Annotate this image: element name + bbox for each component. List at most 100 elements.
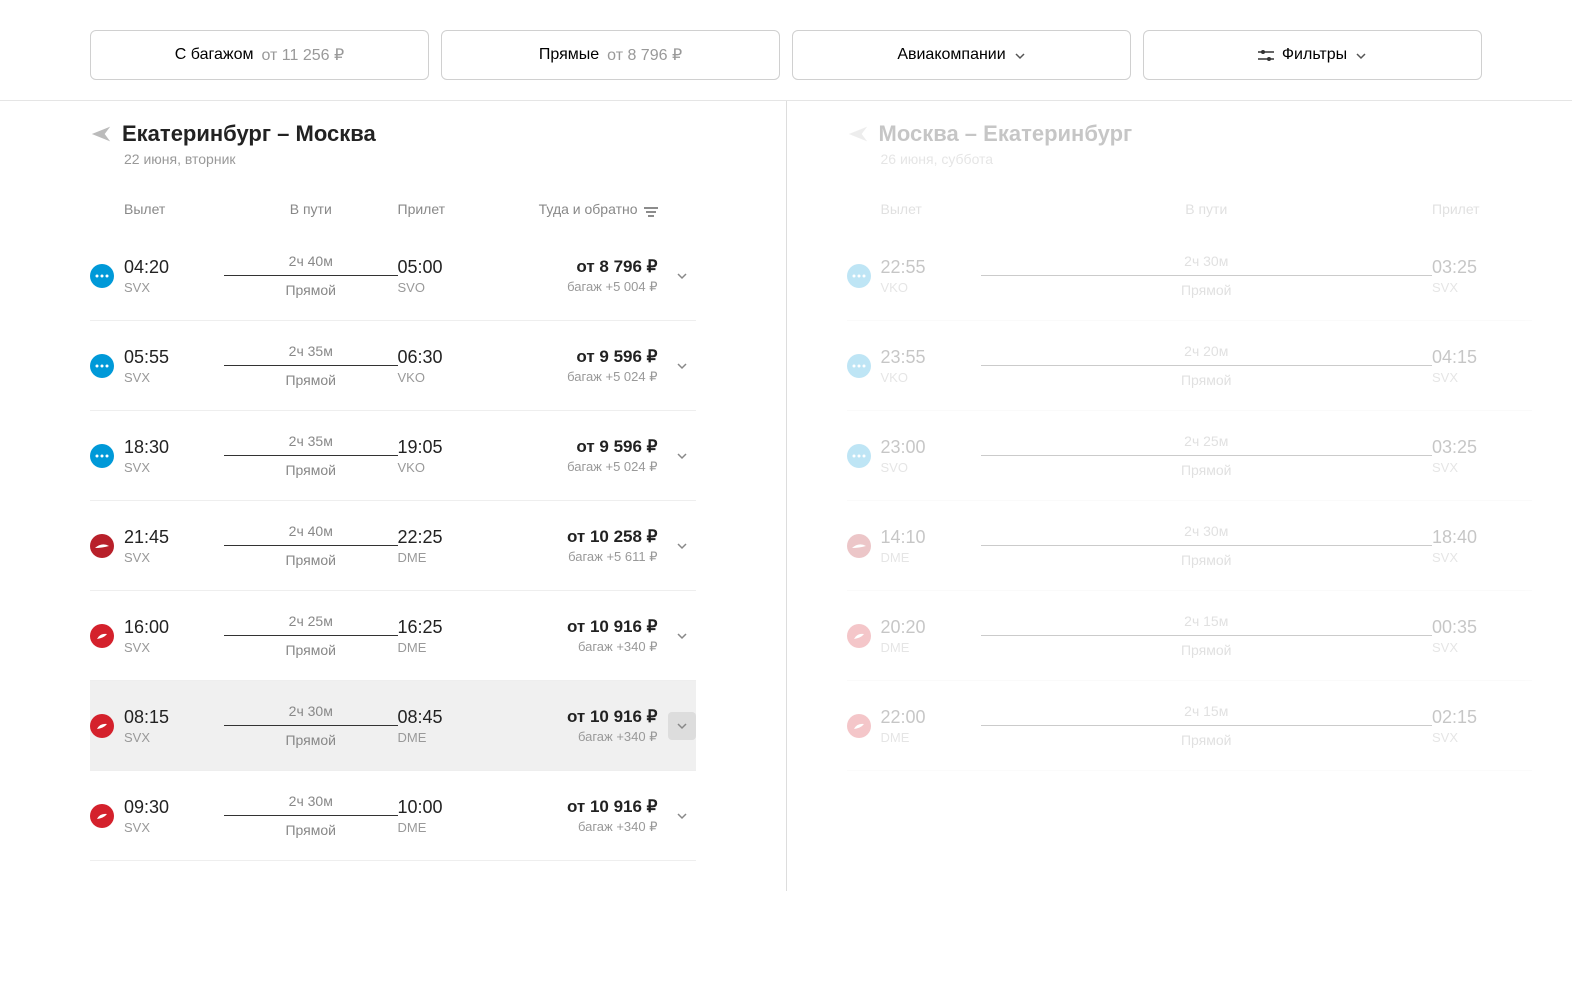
departure: 22:55VKO	[881, 257, 981, 295]
departure: 23:55VKO	[881, 347, 981, 385]
departure: 09:30SVX	[124, 797, 224, 835]
duration: 2ч 20мПрямой	[981, 343, 1433, 388]
expand-button[interactable]	[668, 712, 696, 740]
plane-icon	[90, 123, 112, 145]
filter-baggage-label: С багажом	[175, 46, 254, 64]
flight-row[interactable]: 22:00DME2ч 15мПрямой02:15SVX	[847, 681, 1533, 771]
expand-button[interactable]	[668, 802, 696, 830]
outbound-header: Екатеринбург – Москва 22 июня, вторник	[90, 101, 696, 173]
airline-icon	[90, 444, 114, 468]
airline-icon	[90, 354, 114, 378]
expand-button[interactable]	[668, 262, 696, 290]
arrival: 00:35SVX	[1432, 617, 1532, 655]
arrival: 06:30VKO	[398, 347, 498, 385]
flight-row[interactable]: 20:20DME2ч 15мПрямой00:35SVX	[847, 591, 1533, 681]
departure: 16:00SVX	[124, 617, 224, 655]
departure: 21:45SVX	[124, 527, 224, 565]
airline-icon	[847, 444, 871, 468]
panel-divider	[786, 101, 787, 891]
flight-row[interactable]: 04:20SVX2ч 40мПрямой05:00SVOот 8 796 ₽ба…	[90, 231, 696, 321]
sort-icon	[644, 204, 658, 214]
flight-row[interactable]: 23:00SVO2ч 25мПрямой03:25SVX	[847, 411, 1533, 501]
airline-icon	[847, 624, 871, 648]
departure: 14:10DME	[881, 527, 981, 565]
arrival: 03:25SVX	[1432, 437, 1532, 475]
settings-icon	[1258, 49, 1274, 61]
arrival: 18:40SVX	[1432, 527, 1532, 565]
flight-row[interactable]: 22:55VKO2ч 30мПрямой03:25SVX	[847, 231, 1533, 321]
filter-baggage[interactable]: С багажом от 11 256 ₽	[90, 30, 429, 80]
col-arrival: Прилет	[398, 201, 498, 217]
departure: 20:20DME	[881, 617, 981, 655]
filter-airlines[interactable]: Авиакомпании	[792, 30, 1131, 80]
col-price[interactable]: Туда и обратно	[498, 201, 658, 217]
col-arrival: Прилет	[1432, 201, 1532, 217]
filter-more-label: Фильтры	[1282, 46, 1347, 64]
airline-icon	[90, 534, 114, 558]
airline-icon	[90, 624, 114, 648]
departure: 23:00SVO	[881, 437, 981, 475]
flight-row[interactable]: 09:30SVX2ч 30мПрямой10:00DMEот 10 916 ₽б…	[90, 771, 696, 861]
outbound-panel: Екатеринбург – Москва 22 июня, вторник В…	[0, 101, 786, 891]
expand-button[interactable]	[668, 442, 696, 470]
arrival: 10:00DME	[398, 797, 498, 835]
col-departure: Вылет	[124, 201, 224, 217]
filter-baggage-price: от 11 256 ₽	[261, 45, 344, 65]
price: от 10 916 ₽багаж +340 ₽	[498, 617, 658, 655]
flight-row[interactable]: 16:00SVX2ч 25мПрямой16:25DMEот 10 916 ₽б…	[90, 591, 696, 681]
duration: 2ч 15мПрямой	[981, 613, 1433, 658]
flight-row[interactable]: 21:45SVX2ч 40мПрямой22:25DMEот 10 258 ₽б…	[90, 501, 696, 591]
flight-row[interactable]: 08:15SVX2ч 30мПрямой08:45DMEот 10 916 ₽б…	[90, 681, 696, 771]
price: от 10 258 ₽багаж +5 611 ₽	[498, 527, 658, 565]
outbound-date: 22 июня, вторник	[124, 151, 696, 167]
departure: 05:55SVX	[124, 347, 224, 385]
return-date: 26 июня, суббота	[881, 151, 1533, 167]
return-panel: Москва – Екатеринбург 26 июня, суббота В…	[787, 101, 1572, 891]
expand-button[interactable]	[668, 532, 696, 560]
arrival: 04:15SVX	[1432, 347, 1532, 385]
airline-icon	[90, 264, 114, 288]
arrival: 19:05VKO	[398, 437, 498, 475]
col-duration: В пути	[224, 201, 398, 217]
departure: 18:30SVX	[124, 437, 224, 475]
duration: 2ч 40мПрямой	[224, 253, 398, 298]
duration: 2ч 35мПрямой	[224, 433, 398, 478]
return-header: Москва – Екатеринбург 26 июня, суббота	[847, 101, 1533, 173]
arrival: 03:25SVX	[1432, 257, 1532, 295]
filter-bar: С багажом от 11 256 ₽ Прямые от 8 796 ₽ …	[0, 0, 1572, 101]
outbound-cols: Вылет В пути Прилет Туда и обратно	[90, 173, 696, 231]
outbound-route: Екатеринбург – Москва	[122, 121, 376, 147]
arrival: 05:00SVO	[398, 257, 498, 295]
airline-icon	[847, 354, 871, 378]
filter-direct[interactable]: Прямые от 8 796 ₽	[441, 30, 780, 80]
price: от 9 596 ₽багаж +5 024 ₽	[498, 347, 658, 385]
flight-row[interactable]: 23:55VKO2ч 20мПрямой04:15SVX	[847, 321, 1533, 411]
duration: 2ч 30мПрямой	[981, 253, 1433, 298]
return-cols: Вылет В пути Прилет	[847, 173, 1533, 231]
airline-icon	[847, 264, 871, 288]
flight-row[interactable]: 05:55SVX2ч 35мПрямой06:30VKOот 9 596 ₽ба…	[90, 321, 696, 411]
duration: 2ч 25мПрямой	[224, 613, 398, 658]
airline-icon	[90, 714, 114, 738]
col-duration: В пути	[981, 201, 1433, 217]
filter-more[interactable]: Фильтры	[1143, 30, 1482, 80]
price: от 9 596 ₽багаж +5 024 ₽	[498, 437, 658, 475]
duration: 2ч 30мПрямой	[981, 523, 1433, 568]
filter-direct-label: Прямые	[539, 46, 599, 64]
duration: 2ч 40мПрямой	[224, 523, 398, 568]
expand-button[interactable]	[668, 622, 696, 650]
duration: 2ч 15мПрямой	[981, 703, 1433, 748]
return-route: Москва – Екатеринбург	[879, 121, 1133, 147]
flight-row[interactable]: 18:30SVX2ч 35мПрямой19:05VKOот 9 596 ₽ба…	[90, 411, 696, 501]
duration: 2ч 30мПрямой	[224, 703, 398, 748]
duration: 2ч 35мПрямой	[224, 343, 398, 388]
expand-button[interactable]	[668, 352, 696, 380]
departure: 04:20SVX	[124, 257, 224, 295]
duration: 2ч 30мПрямой	[224, 793, 398, 838]
arrival: 16:25DME	[398, 617, 498, 655]
flight-row[interactable]: 14:10DME2ч 30мПрямой18:40SVX	[847, 501, 1533, 591]
col-departure: Вылет	[881, 201, 981, 217]
filter-airlines-label: Авиакомпании	[897, 46, 1005, 64]
price: от 10 916 ₽багаж +340 ₽	[498, 797, 658, 835]
arrival: 22:25DME	[398, 527, 498, 565]
